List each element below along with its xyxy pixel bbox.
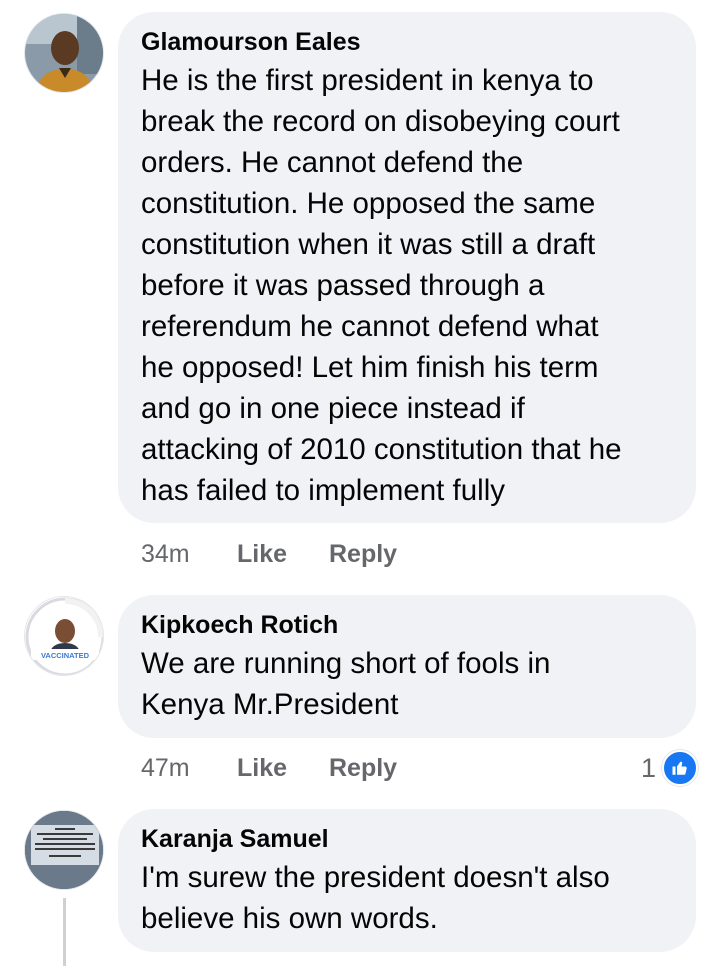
comment-bubble: Glamourson Eales He is the first preside…: [118, 12, 696, 523]
comment-bubble: Kipkoech Rotich We are running short of …: [118, 595, 696, 738]
comment-actions: 47m Like Reply: [141, 753, 397, 783]
avatar[interactable]: [24, 13, 104, 93]
comment-author[interactable]: Glamourson Eales: [141, 26, 674, 58]
reaction-count: 1: [640, 752, 656, 783]
comment-timestamp[interactable]: 34m: [141, 539, 237, 569]
comment-text: We are running short of fools in Kenya M…: [141, 647, 551, 721]
comment-author[interactable]: Karanja Samuel: [141, 823, 674, 855]
comment-text: He is the first president in kenya to br…: [141, 64, 622, 507]
reply-button[interactable]: Reply: [329, 753, 397, 783]
avatar[interactable]: VACCINATED: [24, 596, 104, 676]
vaccinated-badge: VACCINATED: [41, 651, 90, 660]
comment-bubble: Karanja Samuel I'm surew the president d…: [118, 809, 696, 952]
comment-actions: 34m Like Reply: [141, 539, 397, 569]
comment-text: I'm surew the president doesn't also bel…: [141, 861, 610, 935]
profile-photo: [25, 811, 103, 889]
comment-author[interactable]: Kipkoech Rotich: [141, 609, 674, 641]
thumbs-up-icon: [662, 750, 698, 786]
like-button[interactable]: Like: [237, 539, 329, 569]
reaction-summary[interactable]: 1: [641, 750, 698, 786]
comment-timestamp[interactable]: 47m: [141, 753, 237, 783]
like-button[interactable]: Like: [237, 753, 329, 783]
reply-button[interactable]: Reply: [329, 539, 397, 569]
avatar[interactable]: [24, 810, 104, 890]
thread-line: [63, 898, 66, 966]
profile-photo: [25, 14, 103, 92]
profile-photo: VACCINATED: [25, 597, 103, 675]
comment-feed: Glamourson Eales He is the first preside…: [0, 0, 720, 966]
